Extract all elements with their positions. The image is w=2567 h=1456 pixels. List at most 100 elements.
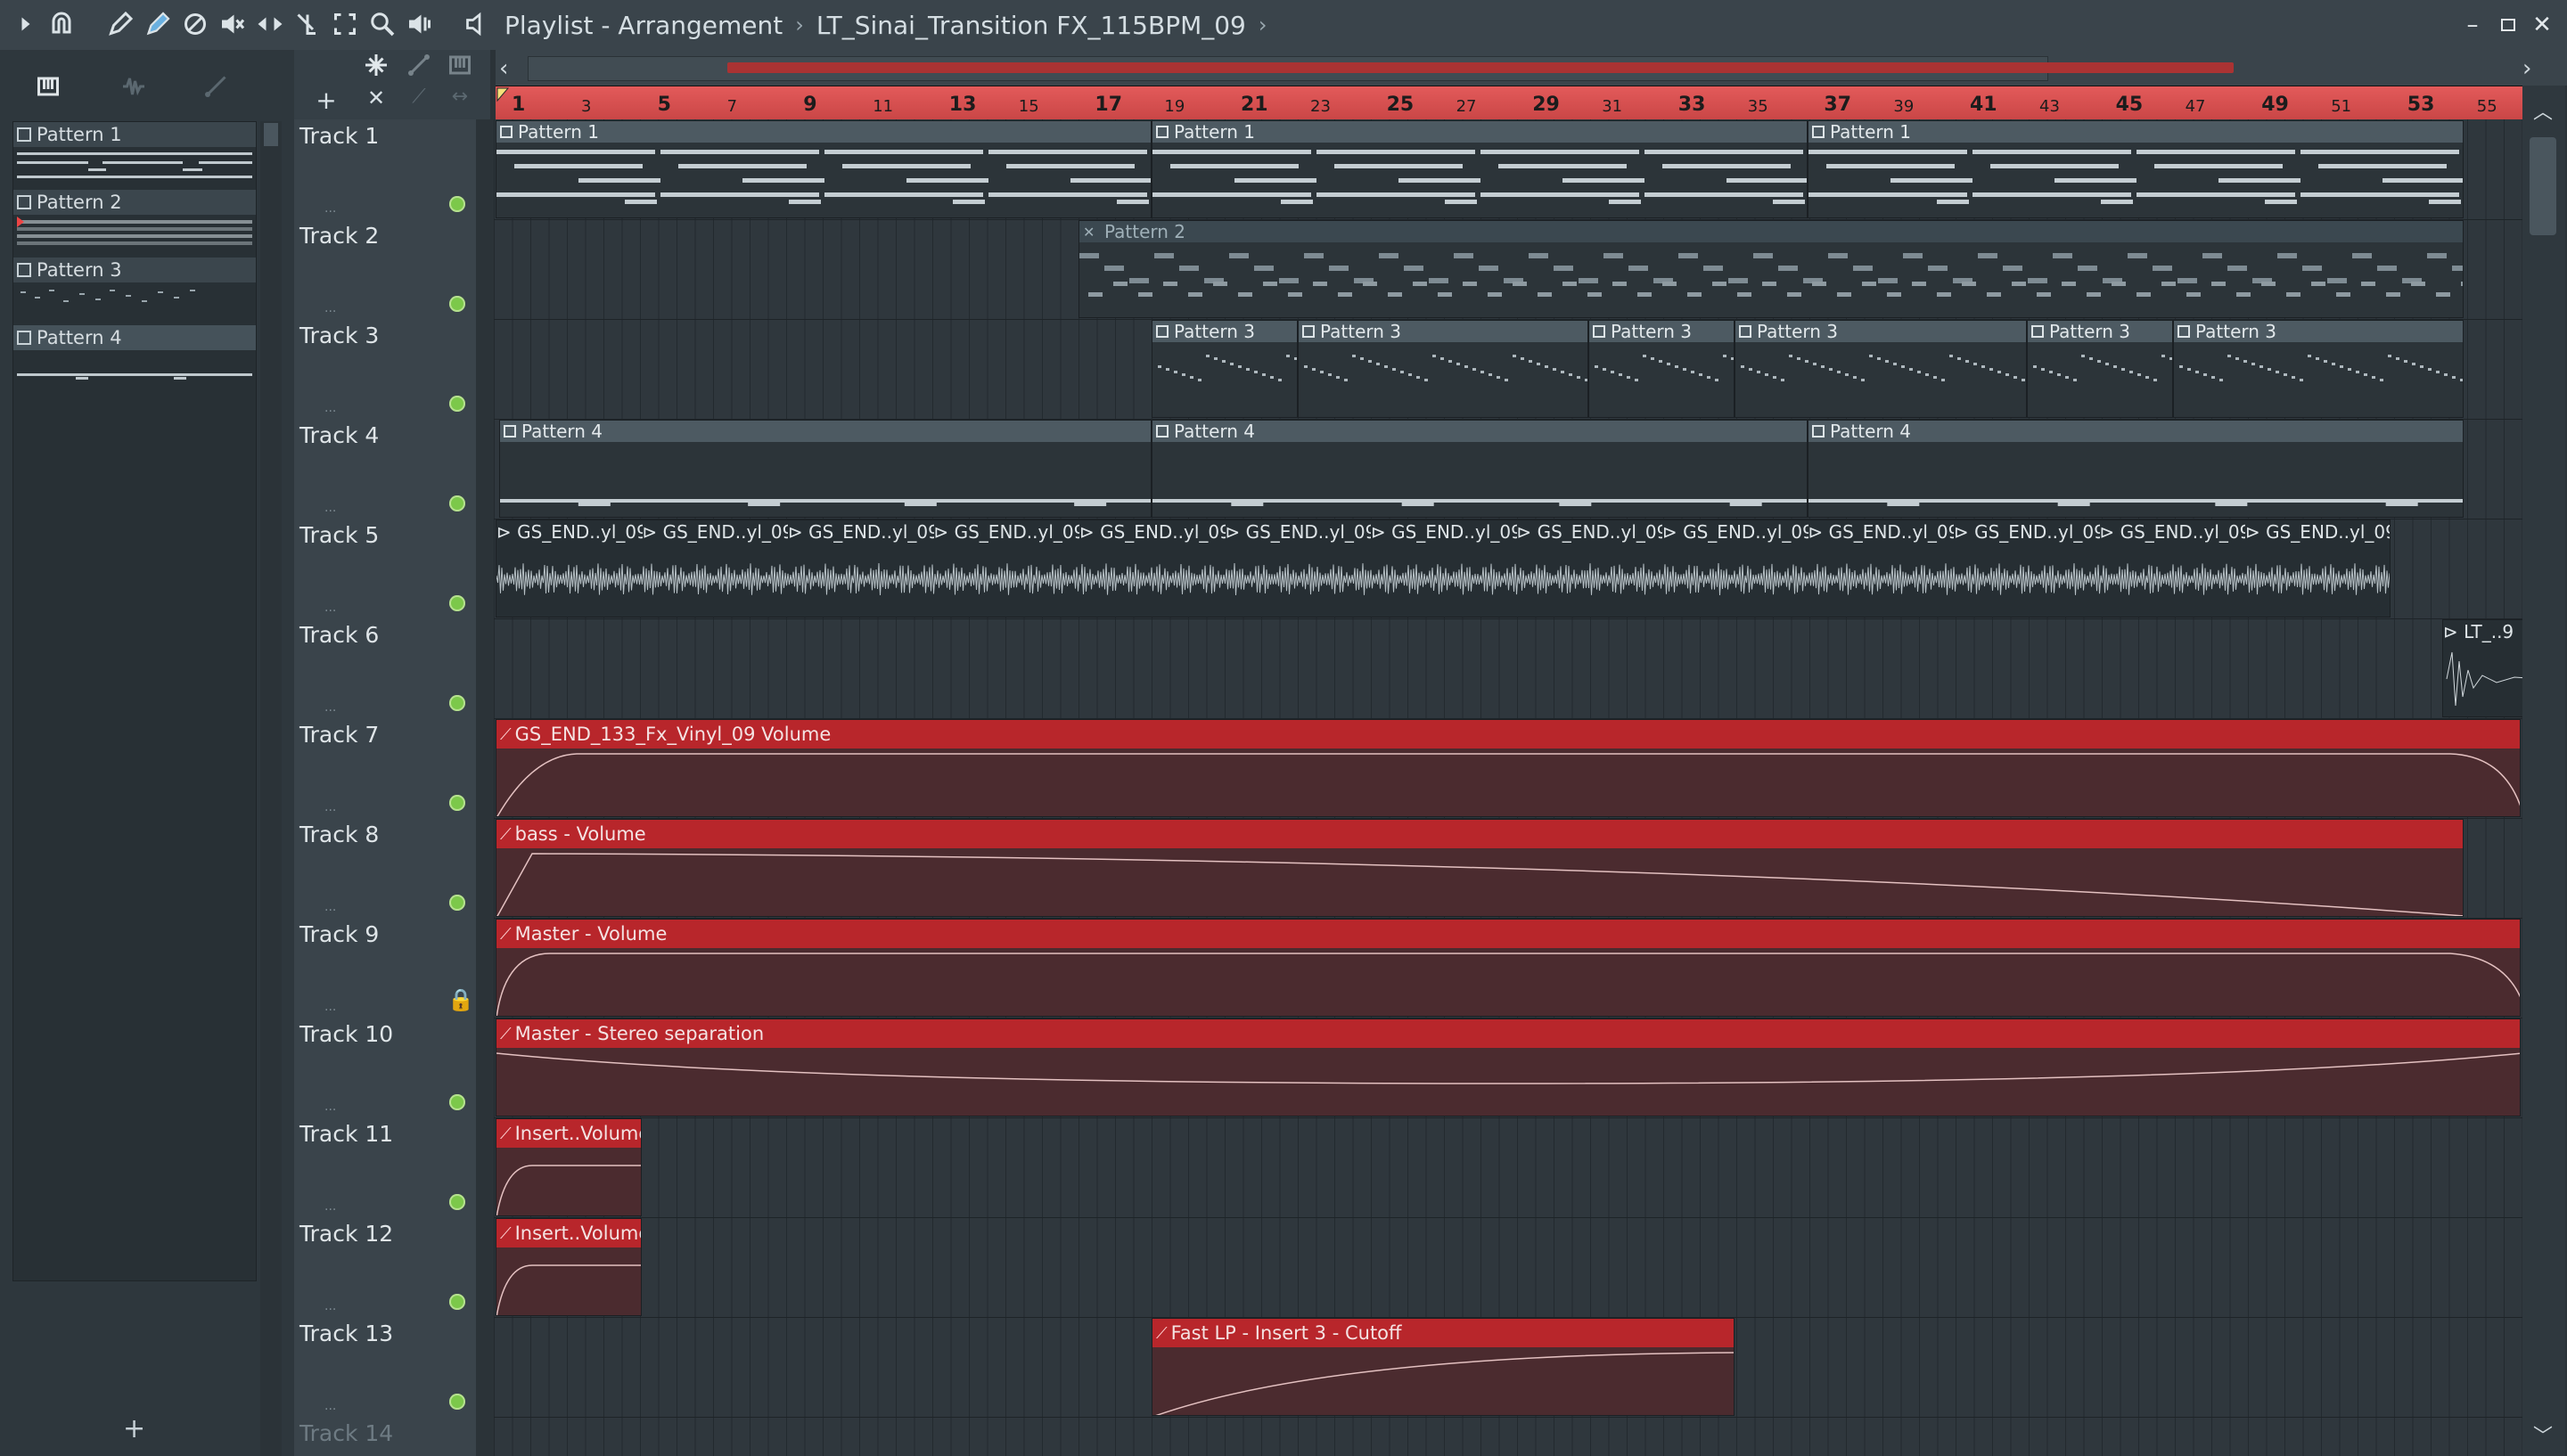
track-name[interactable]: Track 6 xyxy=(299,622,379,648)
track-header[interactable]: Track 8... xyxy=(294,818,476,919)
arrow-icon[interactable] xyxy=(11,9,41,39)
pattern-clip[interactable]: Pattern 3 xyxy=(1588,320,1735,418)
track-header[interactable]: Track 3... xyxy=(294,319,476,420)
track-mute-led[interactable] xyxy=(449,495,465,511)
pattern-clip[interactable]: Pattern 3 xyxy=(1152,320,1298,418)
pattern-clip[interactable]: Pattern 1 xyxy=(1808,120,2464,218)
track-header[interactable]: Track 10... xyxy=(294,1018,476,1118)
track-header[interactable]: Track 9... 🔒 xyxy=(294,918,476,1018)
track-header[interactable]: Track 1... xyxy=(294,119,476,220)
minimize-button[interactable]: – xyxy=(2456,9,2489,41)
track-header[interactable]: Track 2... xyxy=(294,219,476,320)
track-header[interactable]: Track 5... xyxy=(294,519,476,619)
track-mute-led[interactable] xyxy=(449,895,465,911)
slice-icon[interactable] xyxy=(292,9,323,39)
track-lane[interactable] xyxy=(494,1417,2547,1456)
brush-icon[interactable]: ⟋ xyxy=(399,86,439,118)
track-mute-led[interactable] xyxy=(449,296,465,312)
pattern-clip[interactable]: ✕ Pattern 2 xyxy=(1078,220,2464,318)
automation-icon[interactable] xyxy=(196,73,235,105)
audio-clip-label[interactable]: ⊳ GS_END..yl_09 xyxy=(2245,521,2390,543)
track-options-dots[interactable]: ... xyxy=(324,900,336,914)
track-name[interactable]: Track 7 xyxy=(299,722,379,748)
scroll-up-button[interactable]: ︿ xyxy=(2533,96,2553,125)
snap-icon[interactable] xyxy=(357,52,396,84)
pattern-list-item[interactable]: Pattern 3 xyxy=(13,258,256,322)
scroll-left-button[interactable]: ‹ xyxy=(499,55,508,82)
scroll-down-button[interactable]: ﹀ xyxy=(2533,1420,2553,1449)
slip-icon[interactable]: ↔ xyxy=(440,86,480,118)
audio-clip-label[interactable]: ⊳ GS_END..yl_09 xyxy=(1079,521,1226,543)
track-name[interactable]: Track 11 xyxy=(299,1121,393,1147)
track-name[interactable]: Track 12 xyxy=(299,1221,393,1247)
arrangement-grid[interactable]: Pattern 1 Pattern 1 Pattern 1 ✕ Pattern 2 Pat… xyxy=(494,119,2547,1456)
audio-clip-label[interactable]: ⊳ GS_END..yl_09 xyxy=(934,521,1080,543)
pattern-list-item[interactable]: Pattern 1 xyxy=(13,122,256,186)
track-name[interactable]: Track 3 xyxy=(299,323,379,348)
track-name[interactable]: Track 2 xyxy=(299,223,379,249)
piano-icon[interactable] xyxy=(440,52,480,84)
track-header[interactable]: Track 11... xyxy=(294,1117,476,1218)
horizontal-navigator[interactable]: ‹ › xyxy=(496,50,2567,86)
speaker-icon[interactable] xyxy=(462,9,492,39)
navigator-thumb[interactable] xyxy=(727,62,2234,73)
track-mute-led[interactable] xyxy=(449,196,465,212)
track-name[interactable]: Track 4 xyxy=(299,422,379,448)
pencil-icon[interactable] xyxy=(105,9,135,39)
audio-clip-label[interactable]: ⊳ GS_END..yl_09 xyxy=(2100,521,2246,543)
add-track-button[interactable]: + xyxy=(307,86,346,118)
audio-clip-label[interactable]: ⊳ GS_END..yl_09 xyxy=(496,521,643,543)
track-name[interactable]: Track 8 xyxy=(299,822,379,847)
close-button[interactable]: ✕ xyxy=(2526,9,2558,41)
audio-clip-label[interactable]: ⊳ GS_END..yl_09 xyxy=(1662,521,1808,543)
vertical-scrollbar[interactable]: ︿ ﹀ xyxy=(2522,86,2565,1456)
pattern-list[interactable]: Pattern 1 Pattern 2 Pattern 3 Pattern 4 xyxy=(12,121,257,1281)
track-header[interactable]: Track 14 xyxy=(294,1417,476,1456)
automation-clip[interactable]: ⟋ Master - Stereo separation xyxy=(496,1018,2521,1117)
automation-clip[interactable]: ⟋ Insert..Volume xyxy=(496,1218,642,1316)
paint-icon[interactable] xyxy=(143,9,173,39)
lock-icon[interactable]: 🔒 xyxy=(447,987,474,1012)
track-mute-led[interactable] xyxy=(449,695,465,711)
track-options-dots[interactable]: ... xyxy=(324,601,336,615)
maximize-button[interactable] xyxy=(2492,9,2524,41)
slip-icon[interactable] xyxy=(255,9,285,39)
audio-clip-label[interactable]: ⊳ GS_END..yl_09 xyxy=(788,521,934,543)
close-icon[interactable]: ✕ xyxy=(357,86,396,118)
pattern-clip[interactable]: Pattern 3 xyxy=(1735,320,2027,418)
track-mute-led[interactable] xyxy=(449,1194,465,1210)
track-name[interactable]: Track 14 xyxy=(299,1420,393,1446)
audio-clip-label[interactable]: ⊳ GS_END..yl_09 xyxy=(1954,521,2100,543)
automation-clip[interactable]: ⟋ Insert..Volume xyxy=(496,1118,642,1216)
pattern-clip[interactable]: Pattern 4 xyxy=(499,420,1152,518)
magnet-icon[interactable] xyxy=(46,9,77,39)
pattern-list-item[interactable]: Pattern 2 xyxy=(13,190,256,254)
vertical-scroll-thumb[interactable] xyxy=(2530,137,2556,235)
audio-clip-label[interactable]: ⊳ GS_END..yl_09 xyxy=(1226,521,1372,543)
pattern-clip[interactable]: Pattern 3 xyxy=(1298,320,1588,418)
automation-clip[interactable]: ⟋ bass - Volume xyxy=(496,819,2464,917)
track-header[interactable]: Track 4... xyxy=(294,419,476,519)
playback-icon[interactable] xyxy=(405,9,435,39)
audio-clip-label[interactable]: ⊳ GS_END..yl_09 xyxy=(1808,521,1955,543)
track-mute-led[interactable] xyxy=(449,396,465,412)
track-name[interactable]: Track 9 xyxy=(299,921,379,947)
delete-icon[interactable] xyxy=(180,9,210,39)
piano-icon[interactable] xyxy=(29,73,68,105)
audio-clip-label[interactable]: ⊳ GS_END..yl_09 xyxy=(643,521,789,543)
track-options-dots[interactable]: ... xyxy=(324,800,336,814)
pattern-clip[interactable]: Pattern 4 xyxy=(1808,420,2464,518)
track-options-dots[interactable]: ... xyxy=(324,501,336,515)
track-options-dots[interactable]: ... xyxy=(324,1399,336,1413)
track-lane[interactable] xyxy=(494,618,2547,719)
link-icon[interactable] xyxy=(399,52,439,84)
add-pattern-button[interactable]: + xyxy=(123,1413,145,1444)
track-options-dots[interactable]: ... xyxy=(324,700,336,715)
audio-wave-icon[interactable] xyxy=(114,73,153,105)
pattern-list-scrollbar[interactable] xyxy=(260,121,282,1456)
track-mute-led[interactable] xyxy=(449,1294,465,1310)
track-name[interactable]: Track 5 xyxy=(299,522,379,548)
pattern-clip[interactable]: Pattern 1 xyxy=(496,120,1152,218)
pattern-clip[interactable]: Pattern 1 xyxy=(1152,120,1808,218)
audio-clip-strip[interactable]: ⊳ GS_END..yl_09 ⊳ GS_END..yl_09 ⊳ GS_END..… xyxy=(496,519,2391,618)
